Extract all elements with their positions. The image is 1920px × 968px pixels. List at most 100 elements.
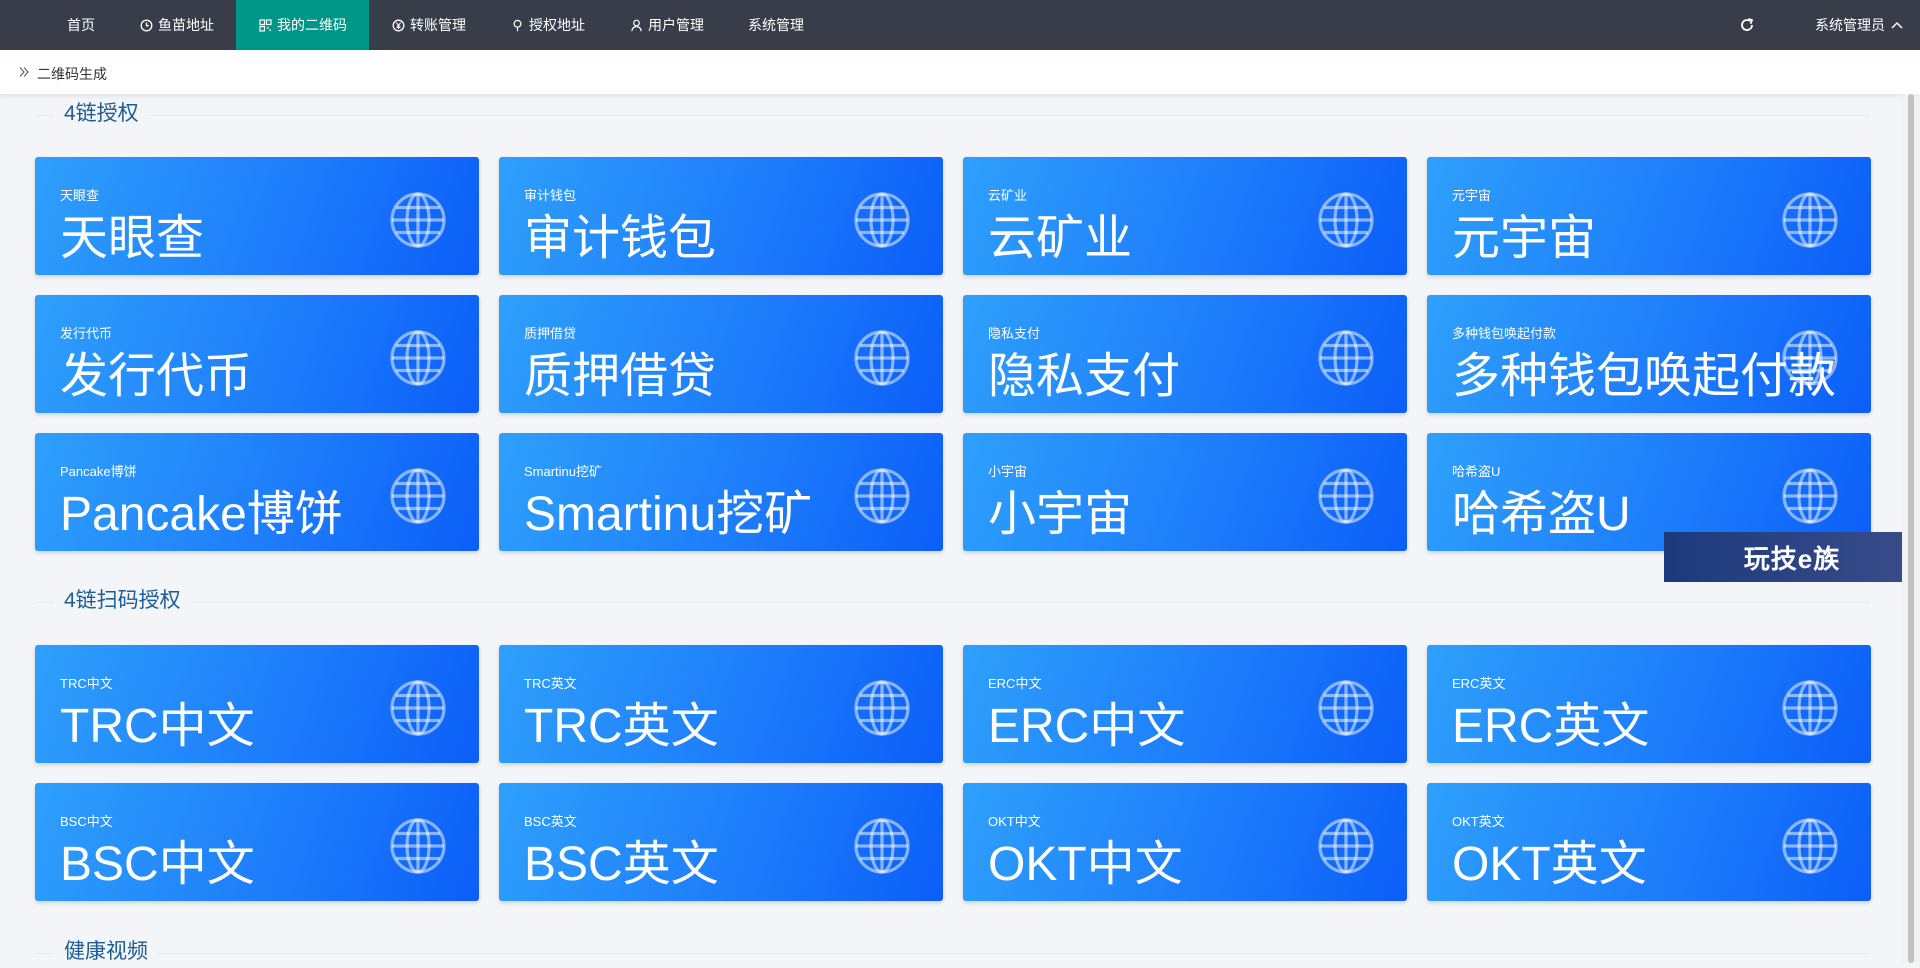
card-big-label: 哈希盗U [1452,488,1631,541]
card-big-label: TRC英文 [524,700,719,753]
card-small-label: TRC中文 [60,676,113,691]
globe-icon [1318,192,1374,248]
card-okt-english[interactable]: OKT英文 OKT英文 [1427,783,1871,901]
card-big-label: Smartinu挖矿 [524,488,813,541]
section-title-4chain-auth: 4链授权 [54,100,149,128]
section-divider [35,115,1870,116]
nav-fish-address[interactable]: 鱼苗地址 [117,0,236,50]
section-title-4chain-scan-auth: 4链扫码授权 [54,587,191,615]
card-bsc-english[interactable]: BSC英文 BSC英文 [499,783,943,901]
globe-icon [1318,330,1374,386]
card-small-label: 小宇宙 [988,464,1028,479]
card-pledge-loan[interactable]: 质押借贷 质押借贷 [499,295,943,413]
card-small-label: 云矿业 [988,188,1028,203]
card-small-label: ERC英文 [1452,676,1506,691]
globe-icon [854,330,910,386]
card-small-universe[interactable]: 小宇宙 小宇宙 [963,433,1407,551]
card-small-label: TRC英文 [524,676,577,691]
nav-transfer-management[interactable]: 转账管理 [369,0,488,50]
user-menu[interactable]: 系统管理员 [1815,0,1903,50]
card-big-label: ERC英文 [1452,700,1650,753]
card-smartinu-mining[interactable]: Smartinu挖矿 Smartinu挖矿 [499,433,943,551]
nav-home-label: 首页 [67,17,95,33]
card-small-label: 元宇宙 [1452,188,1492,203]
card-small-label: OKT中文 [988,814,1041,829]
breadcrumb: 二维码生成 [0,50,1920,95]
card-private-payment[interactable]: 隐私支付 隐私支付 [963,295,1407,413]
nav-my-qrcode[interactable]: 我的二维码 [236,0,369,50]
top-nav-bar: 首页 鱼苗地址 我的二维码 转账管理 授权地址 用户管理 系统管理 系统管理员 [0,0,1920,50]
globe-icon [1318,818,1374,874]
nav-system-management[interactable]: 系统管理 [726,0,826,50]
globe-icon [390,818,446,874]
card-issue-token[interactable]: 发行代币 发行代币 [35,295,479,413]
globe-icon [1318,680,1374,736]
card-big-label: ERC中文 [988,700,1186,753]
globe-icon [1782,330,1838,386]
nav-home[interactable]: 首页 [45,0,117,50]
card-small-label: BSC英文 [524,814,577,829]
card-big-label: 发行代币 [60,350,253,403]
location-icon [510,18,524,32]
globe-icon [1782,680,1838,736]
card-small-label: 哈希盗U [1452,464,1501,479]
section-divider [35,602,1870,603]
scrollbar-thumb[interactable] [1906,94,1916,963]
card-erc-chinese[interactable]: ERC中文 ERC中文 [963,645,1407,763]
card-tianyancha[interactable]: 天眼查 天眼查 [35,157,479,275]
card-small-label: BSC中文 [60,814,113,829]
card-trc-chinese[interactable]: TRC中文 TRC中文 [35,645,479,763]
card-big-label: 元宇宙 [1452,212,1597,265]
globe-icon [854,680,910,736]
card-big-label: 小宇宙 [988,488,1133,541]
clock-icon [139,18,153,32]
section-title-health-video: 健康视频 [54,938,158,966]
card-small-label: 天眼查 [60,188,100,203]
globe-icon [1782,818,1838,874]
card-small-label: 审计钱包 [524,188,577,203]
card-multi-wallet-payment[interactable]: 多种钱包唤起付款 多种钱包唤起付款 [1427,295,1871,413]
card-audit-wallet[interactable]: 审计钱包 审计钱包 [499,157,943,275]
card-big-label: BSC中文 [60,838,255,891]
card-bsc-chinese[interactable]: BSC中文 BSC中文 [35,783,479,901]
card-small-label: 发行代币 [60,326,113,341]
nav-fish-address-label: 鱼苗地址 [158,17,214,33]
card-pancake[interactable]: Pancake博饼 Pancake博饼 [35,433,479,551]
globe-icon [1318,468,1374,524]
card-small-label: ERC中文 [988,676,1042,691]
qrcode-icon [258,18,272,32]
nav-authorized-address-label: 授权地址 [529,17,585,33]
card-small-label: 质押借贷 [524,326,577,341]
user-icon [629,18,643,32]
card-erc-english[interactable]: ERC英文 ERC英文 [1427,645,1871,763]
card-big-label: TRC中文 [60,700,255,753]
card-okt-chinese[interactable]: OKT中文 OKT中文 [963,783,1407,901]
card-small-label: 隐私支付 [988,326,1041,341]
card-trc-english[interactable]: TRC英文 TRC英文 [499,645,943,763]
card-small-label: Smartinu挖矿 [524,464,603,479]
globe-icon [390,680,446,736]
breadcrumb-current: 二维码生成 [37,66,107,82]
vertical-scrollbar[interactable] [1902,94,1920,963]
card-big-label: 质押借贷 [524,350,717,403]
globe-icon [1782,468,1838,524]
globe-icon [390,468,446,524]
card-metaverse[interactable]: 元宇宙 元宇宙 [1427,157,1871,275]
card-small-label: 多种钱包唤起付款 [1452,326,1557,341]
nav-authorized-address[interactable]: 授权地址 [488,0,607,50]
card-cloud-mining[interactable]: 云矿业 云矿业 [963,157,1407,275]
globe-icon [1782,192,1838,248]
nav-user-management[interactable]: 用户管理 [607,0,726,50]
globe-icon [390,192,446,248]
card-small-label: OKT英文 [1452,814,1505,829]
chevron-up-icon [1891,21,1903,29]
watermark-logo: 玩技e族 [1664,532,1920,582]
globe-icon [390,330,446,386]
nav-user-management-label: 用户管理 [648,17,704,33]
nav-my-qrcode-label: 我的二维码 [277,17,347,33]
globe-icon [854,818,910,874]
refresh-icon[interactable] [1736,14,1758,36]
card-big-label: 多种钱包唤起付款 [1452,350,1837,403]
yen-icon [391,18,405,32]
globe-icon [854,192,910,248]
